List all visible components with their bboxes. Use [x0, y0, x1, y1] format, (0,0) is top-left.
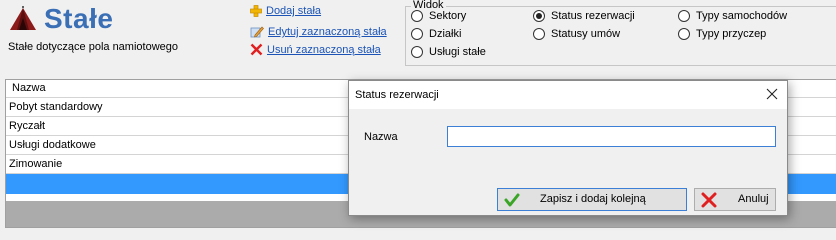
cancel-button-label: Anuluj — [738, 193, 769, 205]
page-subtitle: Stałe dotyczące pola namiotowego — [8, 41, 178, 53]
delete-x-icon — [250, 43, 263, 56]
edit-link[interactable]: Edytuj zaznaczoną stała — [268, 26, 387, 38]
radio-statusy-umow[interactable]: Statusy umów — [533, 28, 620, 40]
dialog-titlebar[interactable]: Status rezerwacji — [349, 81, 787, 109]
radio-status-rezerwacji[interactable]: Status rezerwacji — [533, 10, 635, 22]
radio-circle-icon — [411, 10, 423, 22]
radio-circle-icon — [411, 28, 423, 40]
radio-typy-przyczep[interactable]: Typy przyczep — [678, 28, 766, 40]
radio-label: Statusy umów — [551, 28, 621, 40]
edit-pencil-icon — [250, 26, 264, 38]
radio-uslugi-stale[interactable]: Usługi stałe — [411, 46, 486, 58]
name-label: Nazwa — [364, 131, 398, 143]
radio-label: Usługi stałe — [429, 46, 486, 58]
delete-action[interactable]: Usuń zaznaczoną stała — [250, 43, 381, 56]
radio-circle-icon — [533, 10, 545, 22]
tent-icon — [10, 6, 36, 30]
edit-action[interactable]: Edytuj zaznaczoną stała — [250, 25, 387, 39]
page-title: Stałe — [44, 3, 114, 34]
add-link[interactable]: Dodaj stała — [266, 5, 321, 17]
cancel-x-icon — [701, 192, 717, 208]
close-icon[interactable] — [765, 87, 779, 101]
radio-circle-icon — [411, 46, 423, 58]
dialog-title: Status rezerwacji — [355, 89, 439, 101]
name-input[interactable] — [447, 126, 776, 147]
radio-label: Typy samochodów — [696, 10, 788, 22]
cancel-button[interactable]: Anuluj — [694, 188, 776, 211]
radio-label: Status rezerwacji — [551, 10, 635, 22]
radio-circle-icon — [678, 28, 690, 40]
radio-dzialki[interactable]: Działki — [411, 28, 461, 40]
radio-sektory[interactable]: Sektory — [411, 10, 466, 22]
radio-label: Sektory — [429, 10, 467, 22]
status-dialog: Status rezerwacji Nazwa Zapisz i dodaj k… — [348, 80, 788, 216]
save-and-add-button[interactable]: Zapisz i dodaj kolejną — [497, 188, 687, 211]
add-action[interactable]: Dodaj stała — [250, 5, 321, 17]
checkmark-icon — [504, 193, 520, 207]
radio-circle-icon — [678, 10, 690, 22]
radio-label: Działki — [429, 28, 462, 40]
delete-link[interactable]: Usuń zaznaczoną stała — [267, 44, 381, 56]
plus-icon — [250, 5, 262, 17]
radio-typy-samochodow[interactable]: Typy samochodów — [678, 10, 787, 22]
save-button-label: Zapisz i dodaj kolejną — [540, 193, 646, 205]
radio-label: Typy przyczep — [696, 28, 767, 40]
radio-circle-icon — [533, 28, 545, 40]
